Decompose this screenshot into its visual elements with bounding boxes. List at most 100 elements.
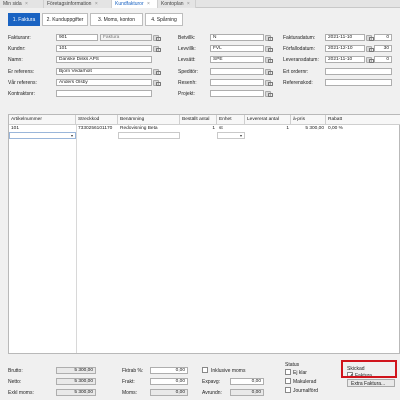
leveransdatum-label: Leveransdatum:	[283, 57, 319, 63]
brutto-value: 5 300,00	[56, 367, 96, 374]
betvillk-field[interactable]: N	[210, 34, 264, 41]
extra-faktura-label: Extra Faktura...	[351, 381, 386, 387]
cell-streckkod[interactable]: 7330256101170	[76, 125, 118, 132]
days-field[interactable]: 30	[374, 45, 392, 52]
tab-faktura[interactable]: 1. Faktura	[8, 13, 40, 26]
ert-ordernr-field[interactable]	[325, 68, 392, 75]
chevron-down-icon[interactable]: ▾	[238, 133, 244, 138]
levvillk-label: Levvillk:	[178, 46, 196, 52]
new-row-artikelnummer-input[interactable]	[9, 132, 76, 139]
window-tab-min-sida[interactable]: Min sida ×	[0, 0, 44, 8]
lookup-icon[interactable]	[265, 79, 273, 86]
kundnr-label: Kundnr:	[8, 46, 26, 52]
kontraktsnr-field[interactable]	[56, 90, 152, 97]
journalford-label: Journalförd	[293, 387, 319, 394]
close-icon[interactable]: ×	[95, 1, 98, 7]
column-header-levererat-antal[interactable]: Levererat antal	[245, 115, 291, 125]
window-tab-label: Kontoplan	[161, 1, 184, 7]
cell-levererat-antal[interactable]: 1	[245, 125, 291, 132]
lookup-icon[interactable]	[265, 68, 273, 75]
lookup-icon[interactable]	[265, 56, 273, 63]
makulerad-checkbox[interactable]	[285, 378, 291, 384]
column-header-streckkod[interactable]: Streckkod	[76, 115, 118, 125]
extra-faktura-button[interactable]: Extra Faktura...	[347, 379, 395, 387]
lookup-icon[interactable]	[265, 45, 273, 52]
leveransdatum-field[interactable]: 2021-11-10	[325, 56, 365, 63]
tab-sparning[interactable]: 4. Spårning	[145, 13, 183, 26]
lookup-icon[interactable]	[153, 68, 161, 75]
cell-a-pris[interactable]: 5 300,00	[291, 125, 326, 132]
lookup-icon[interactable]	[265, 90, 273, 97]
er-referens-label: Er referens:	[8, 69, 35, 75]
fakturadatum-label: Fakturadatum:	[283, 35, 316, 41]
makulerad-label: Makulerad	[293, 378, 317, 385]
fktrab-field[interactable]: 0,00	[150, 367, 188, 374]
window-tab-label: Min sida	[3, 1, 22, 7]
inklusive-moms-checkbox[interactable]	[202, 367, 208, 373]
netto-label: Netto:	[8, 379, 22, 385]
column-header-artikelnummer[interactable]: Artikelnummer	[9, 115, 76, 125]
window-tab-foretagsinformation[interactable]: Företagsinformation ×	[44, 0, 112, 8]
calendar-icon[interactable]	[366, 34, 374, 41]
var-referens-label: Vår referens:	[8, 80, 37, 86]
window-tab-kontoplan[interactable]: Kontoplan ×	[158, 0, 196, 8]
levsatt-field[interactable]: SPE	[210, 56, 264, 63]
window-tab-kundfakturor[interactable]: Kundfakturor ×	[112, 0, 158, 8]
projekt-field[interactable]	[210, 90, 264, 97]
tab-kunduppgifter[interactable]: 2. Kunduppgifter	[42, 13, 88, 26]
var-referens-field[interactable]: Anders Olsby	[56, 79, 152, 86]
days-field[interactable]: 0	[374, 34, 392, 41]
namn-field[interactable]: Danske Disks APS	[56, 56, 152, 63]
speditor-field[interactable]	[210, 68, 264, 75]
cell-artikelnummer[interactable]: 101	[9, 125, 76, 132]
calendar-icon[interactable]	[366, 45, 374, 52]
fakturadatum-field[interactable]: 2021-11-10	[325, 34, 365, 41]
column-header-a-pris[interactable]: à-pris	[291, 115, 326, 125]
cell-benamning[interactable]: Redovisning Beta	[118, 125, 180, 132]
calendar-icon[interactable]	[366, 56, 374, 63]
referenskod-field[interactable]	[325, 79, 392, 86]
invoice-rows-grid: Artikelnummer Streckkod Benämning Bestäl…	[8, 114, 400, 354]
speditor-label: Speditör:	[178, 69, 199, 75]
cell-enhet[interactable]: st	[217, 125, 245, 132]
lookup-icon[interactable]	[265, 34, 273, 41]
close-icon[interactable]: ×	[25, 1, 28, 7]
frakt-field[interactable]: 0,00	[150, 378, 188, 385]
close-icon[interactable]: ×	[147, 1, 150, 7]
fakturatyp-select[interactable]: Faktura	[100, 34, 152, 41]
frakt-label: Frakt:	[122, 379, 135, 385]
resenh-field[interactable]	[210, 79, 264, 86]
resenh-label: Resenh:	[178, 80, 197, 86]
fktrab-label: Fktrab %:	[122, 368, 144, 374]
status-title: Status	[285, 362, 300, 368]
column-header-rabatt[interactable]: Rabatt	[326, 115, 400, 125]
ej-klar-checkbox[interactable]	[285, 369, 291, 375]
journalford-checkbox[interactable]	[285, 387, 291, 393]
chevron-down-icon[interactable]: ▾	[69, 133, 75, 138]
new-row-benamning-input[interactable]	[118, 132, 180, 139]
er-referens-field[interactable]: Bjorn Vedarholt	[56, 68, 152, 75]
window-tab-label: Kundfakturor	[115, 1, 144, 7]
lookup-icon[interactable]	[153, 45, 161, 52]
namn-label: Namn:	[8, 57, 23, 63]
exkl-moms-value: 5 300,00	[56, 389, 96, 396]
exkl-moms-label: Exkl moms:	[8, 390, 34, 396]
column-header-bestallt-antal[interactable]: Beställt antal	[180, 115, 217, 125]
days-field[interactable]: 0	[374, 56, 392, 63]
cell-rabatt[interactable]: 0,00 %	[326, 125, 356, 132]
lookup-icon[interactable]	[153, 79, 161, 86]
levvillk-field[interactable]: FVL	[210, 45, 264, 52]
close-icon[interactable]: ×	[187, 1, 190, 7]
expavg-field[interactable]: 0,00	[230, 378, 264, 385]
column-header-enhet[interactable]: Enhet	[217, 115, 245, 125]
lookup-icon[interactable]	[153, 34, 161, 41]
fakturanr-field[interactable]: 901	[56, 34, 98, 41]
column-header-benamning[interactable]: Benämning	[118, 115, 180, 125]
window-tab-label: Företagsinformation	[47, 1, 92, 7]
levsatt-label: Levsätt:	[178, 57, 196, 63]
kundnr-field[interactable]: 101	[56, 45, 152, 52]
cell-bestallt-antal[interactable]: 1	[180, 125, 217, 132]
forfallodatum-field[interactable]: 2021-12-10	[325, 45, 365, 52]
fakturanr-label: Fakturanr:	[8, 35, 31, 41]
tab-moms-konton[interactable]: 3. Moms, konton	[90, 13, 143, 26]
